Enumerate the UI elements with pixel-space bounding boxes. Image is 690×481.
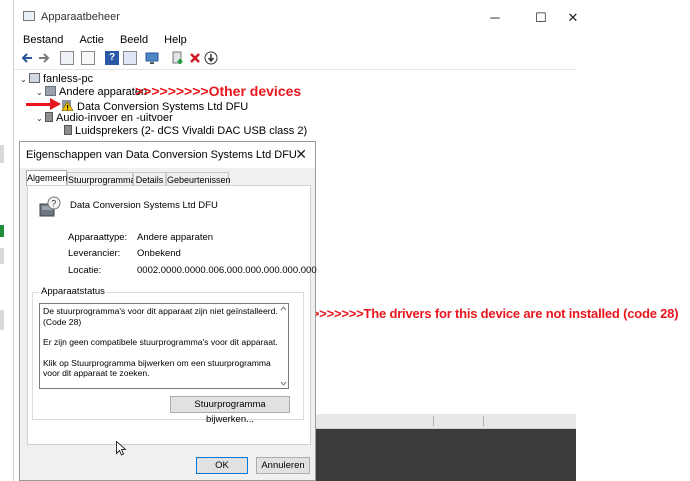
scrollbar-strip [315,414,576,429]
warning-icon [61,99,74,111]
tree-node-label: Andere apparaten [59,86,148,98]
status-line: De stuurprogramma's voor dit apparaat zi… [43,306,278,327]
minimize-button[interactable]: ─ [480,8,510,28]
title-bar: Apparaatbeheer ─ ☐ ✕ [14,0,578,33]
vendor-label: Leverancier: [68,248,121,259]
tree-item-label: Luidsprekers (2- dCS Vivaldi DAC USB cla… [75,125,308,137]
desktop-edge [0,0,13,481]
device-name: Data Conversion Systems Ltd DFU [70,200,218,211]
collapse-icon[interactable]: ⌄ [36,86,45,99]
menu-bestand[interactable]: Bestand [23,31,63,49]
device-type-value: Andere apparaten [137,232,214,243]
general-tab-panel: ? Data Conversion Systems Ltd DFU Appara… [27,185,317,445]
status-line: Klik op Stuurprogramma bijwerken om een … [43,357,271,379]
tree-item-speakers[interactable]: Luidsprekers (2- dCS Vivaldi DAC USB cla… [64,125,307,138]
status-line: Er zijn geen compatibele stuurprogramma'… [43,337,278,347]
maximize-button[interactable]: ☐ [526,8,556,28]
menu-beeld[interactable]: Beeld [120,31,148,49]
menu-help[interactable]: Help [164,31,187,49]
tree-root[interactable]: ⌄ fanless-pc [20,73,93,86]
toolbar: ? [14,49,576,70]
unknown-device-icon [45,86,56,96]
ok-button[interactable]: OK [196,457,248,474]
unknown-device-icon: ? [39,196,61,218]
close-button[interactable]: ✕ [565,8,581,28]
driver-icon[interactable] [81,51,95,65]
tab-algemeen[interactable]: Algemeen [26,170,68,186]
menu-actie[interactable]: Actie [79,31,103,49]
dialog-title: Eigenschappen van Data Conversion System… [26,149,297,161]
speaker-icon [64,125,72,135]
forward-icon[interactable] [37,51,51,65]
annotation-other-devices: >>>>>>>>>Other devices [135,83,302,99]
annotation-drivers-not-installed: >>>>>>>>>The drivers for this device are… [297,306,679,321]
location-label: Locatie: [68,265,102,276]
uninstall-icon[interactable] [188,51,202,65]
tab-gebeurtenissen[interactable]: Gebeurtenissen [166,172,231,186]
svg-text:?: ? [51,199,56,209]
cancel-button[interactable]: Annuleren [256,457,310,474]
properties-dialog: Eigenschappen van Data Conversion System… [19,141,317,481]
collapse-icon[interactable]: ⌄ [20,73,29,86]
update-driver-button[interactable]: Stuurprogramma bijwerken... [170,396,290,425]
location-value: 0002.0000.0000.006.000.000.000.000.000 [137,265,317,276]
device-status-label: Apparaatstatus [39,286,107,297]
dialog-close-button[interactable]: ✕ [295,146,307,163]
edge-mark [0,225,4,237]
back-icon[interactable] [20,51,34,65]
vendor-value: Onbekend [137,248,181,259]
tab-stuurprogramma[interactable]: Stuurprogramma [67,172,136,186]
menu-bar: Bestand Actie Beeld Help [14,31,576,49]
computer-icon [29,73,40,83]
device-status-group: Apparaatstatus De stuurprogramma's voor … [32,286,304,425]
annotation-arrow [26,103,53,106]
tree-root-label: fanless-pc [43,73,94,85]
device-status-textbox[interactable]: De stuurprogramma's voor dit apparaat zi… [39,303,289,389]
properties-icon[interactable] [60,51,74,65]
edge-mark [0,310,4,330]
divider [483,416,484,426]
tab-details[interactable]: Details [133,172,166,186]
device-type-label: Apparaattype: [68,232,128,243]
divider [433,416,434,426]
add-driver-icon[interactable] [171,51,185,65]
collapse-icon[interactable]: ⌄ [36,112,45,125]
status-bar-area [315,414,576,481]
tree-node-label: Audio-invoer en -uitvoer [56,112,173,124]
update-icon[interactable] [204,51,218,65]
edge-mark [0,145,4,163]
edge-mark [0,248,4,264]
status-scrollbar[interactable] [279,304,288,388]
tree-node-audio[interactable]: ⌄ Audio-invoer en -uitvoer [36,112,173,125]
help-icon[interactable]: ? [105,51,119,65]
monitor-icon[interactable] [145,51,159,65]
view-icon[interactable] [123,51,137,65]
window-title: Apparaatbeheer [41,11,120,23]
device-manager-icon [23,11,35,21]
annotation-arrow-head [50,98,61,110]
dialog-title-bar: Eigenschappen van Data Conversion System… [20,142,315,168]
speaker-icon [45,112,53,122]
